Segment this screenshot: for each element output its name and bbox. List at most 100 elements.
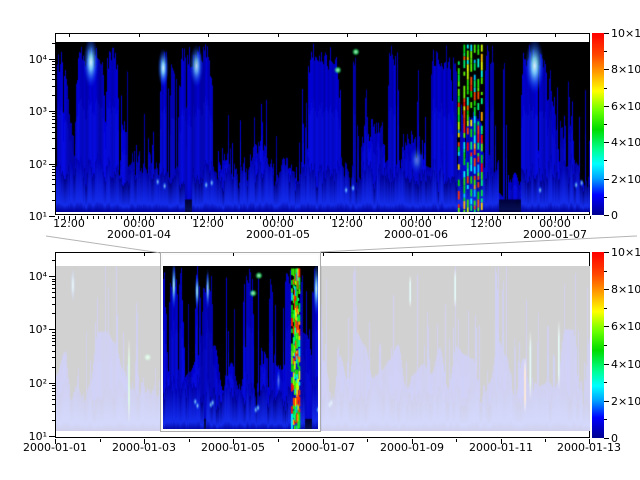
x-minor-tick — [584, 216, 585, 219]
x-minor-tick — [295, 216, 296, 219]
colorbar-minor-tick — [604, 124, 607, 125]
x-minor-tick — [370, 216, 371, 219]
y-tick-label: 10² — [13, 378, 47, 389]
x-minor-tick — [532, 216, 533, 219]
colorbar-tick-label: 10×10⁷ — [611, 28, 640, 39]
x-minor-tick — [133, 216, 134, 219]
y-major-tick — [49, 436, 55, 437]
x-minor-tick — [191, 216, 192, 219]
y-minor-tick — [52, 191, 55, 192]
x-major-tick-top — [144, 253, 145, 256]
x-minor-tick — [399, 216, 400, 219]
x-major-tick-top — [55, 253, 56, 256]
x-major-tick-top — [347, 34, 348, 37]
x-minor-tick — [189, 439, 190, 442]
colorbar-tick-label: 0 — [611, 210, 640, 221]
y-minor-tick — [52, 332, 55, 333]
x-major-tick-top — [589, 253, 590, 256]
x-tick-label-date: 2000-01-07 — [522, 229, 588, 240]
y-minor-tick — [52, 304, 55, 305]
colorbar-major-tick — [604, 289, 609, 290]
colorbar-major-tick — [604, 401, 609, 402]
x-minor-tick — [145, 216, 146, 219]
x-minor-tick — [463, 216, 464, 219]
colorbar-tick-label: 4×10⁷ — [611, 137, 640, 148]
x-tick-label-date: 2000-01-07 — [290, 442, 356, 453]
x-minor-tick — [301, 216, 302, 219]
x-minor-tick — [451, 216, 452, 219]
zoom-selection-box[interactable] — [161, 253, 320, 431]
x-major-tick-top — [323, 253, 324, 256]
y-minor-tick — [52, 281, 55, 282]
colorbar-tick-label: 4×10⁷ — [611, 359, 640, 370]
x-minor-tick — [289, 216, 290, 219]
y-minor-tick — [52, 367, 55, 368]
x-minor-tick — [116, 216, 117, 219]
x-minor-tick — [456, 439, 457, 442]
colorbar-minor-tick — [604, 345, 607, 346]
x-minor-tick — [388, 216, 389, 219]
x-tick-label-date: 2000-01-05 — [200, 442, 266, 453]
colorbar-major-tick — [604, 215, 609, 216]
y-minor-tick — [52, 395, 55, 396]
x-minor-tick — [110, 216, 111, 219]
colorbar-major-tick — [604, 326, 609, 327]
x-minor-tick — [364, 216, 365, 219]
y-tick-label: 10¹ — [13, 431, 47, 442]
y-minor-tick — [52, 79, 55, 80]
x-minor-tick — [266, 216, 267, 219]
x-minor-tick — [98, 216, 99, 219]
x-minor-tick — [185, 216, 186, 219]
x-minor-tick — [434, 216, 435, 219]
x-minor-tick — [526, 216, 527, 219]
x-minor-tick — [497, 216, 498, 219]
y-minor-tick — [52, 404, 55, 405]
y-minor-tick — [52, 61, 55, 62]
x-minor-tick — [492, 216, 493, 219]
colorbar-tick-label: 6×10⁷ — [611, 321, 640, 332]
y-minor-tick — [52, 420, 55, 421]
y-minor-tick — [52, 138, 55, 139]
x-minor-tick — [156, 216, 157, 219]
y-minor-tick — [52, 67, 55, 68]
y-minor-tick — [52, 127, 55, 128]
y-tick-label: 10⁴ — [13, 271, 47, 282]
colorbar-top — [592, 33, 604, 215]
x-minor-tick — [382, 216, 383, 219]
x-minor-tick — [422, 216, 423, 219]
y-minor-tick — [52, 284, 55, 285]
x-minor-tick — [367, 439, 368, 442]
y-major-tick — [49, 329, 55, 330]
x-tick-label-time: 12:00 — [44, 218, 94, 229]
y-minor-tick — [52, 357, 55, 358]
x-minor-tick — [121, 216, 122, 219]
x-major-tick-top — [69, 34, 70, 37]
y-minor-tick — [52, 292, 55, 293]
x-minor-tick — [174, 216, 175, 219]
x-minor-tick — [474, 216, 475, 219]
x-major-tick-top — [412, 253, 413, 256]
y-minor-tick — [52, 288, 55, 289]
x-minor-tick — [243, 216, 244, 219]
x-minor-tick — [127, 216, 128, 219]
x-minor-tick — [341, 216, 342, 219]
y-major-tick — [49, 383, 55, 384]
x-tick-label-time: 12:00 — [183, 218, 233, 229]
y-minor-tick — [52, 172, 55, 173]
x-minor-tick — [521, 216, 522, 219]
colorbar-minor-tick — [604, 51, 607, 52]
x-tick-label-date: 2000-01-09 — [379, 442, 445, 453]
y-tick-label: 10⁴ — [13, 54, 47, 65]
x-minor-tick — [509, 216, 510, 219]
x-minor-tick — [272, 216, 273, 219]
x-minor-tick — [590, 216, 591, 219]
colorbar-tick-label: 6×10⁷ — [611, 101, 640, 112]
colorbar-tick-label: 0 — [611, 433, 640, 444]
x-minor-tick — [503, 216, 504, 219]
x-minor-tick — [81, 216, 82, 219]
y-minor-tick — [52, 70, 55, 71]
colorbar-tick-label: 8×10⁷ — [611, 284, 640, 295]
y-minor-tick — [52, 341, 55, 342]
y-minor-tick — [52, 148, 55, 149]
x-minor-tick — [255, 216, 256, 219]
